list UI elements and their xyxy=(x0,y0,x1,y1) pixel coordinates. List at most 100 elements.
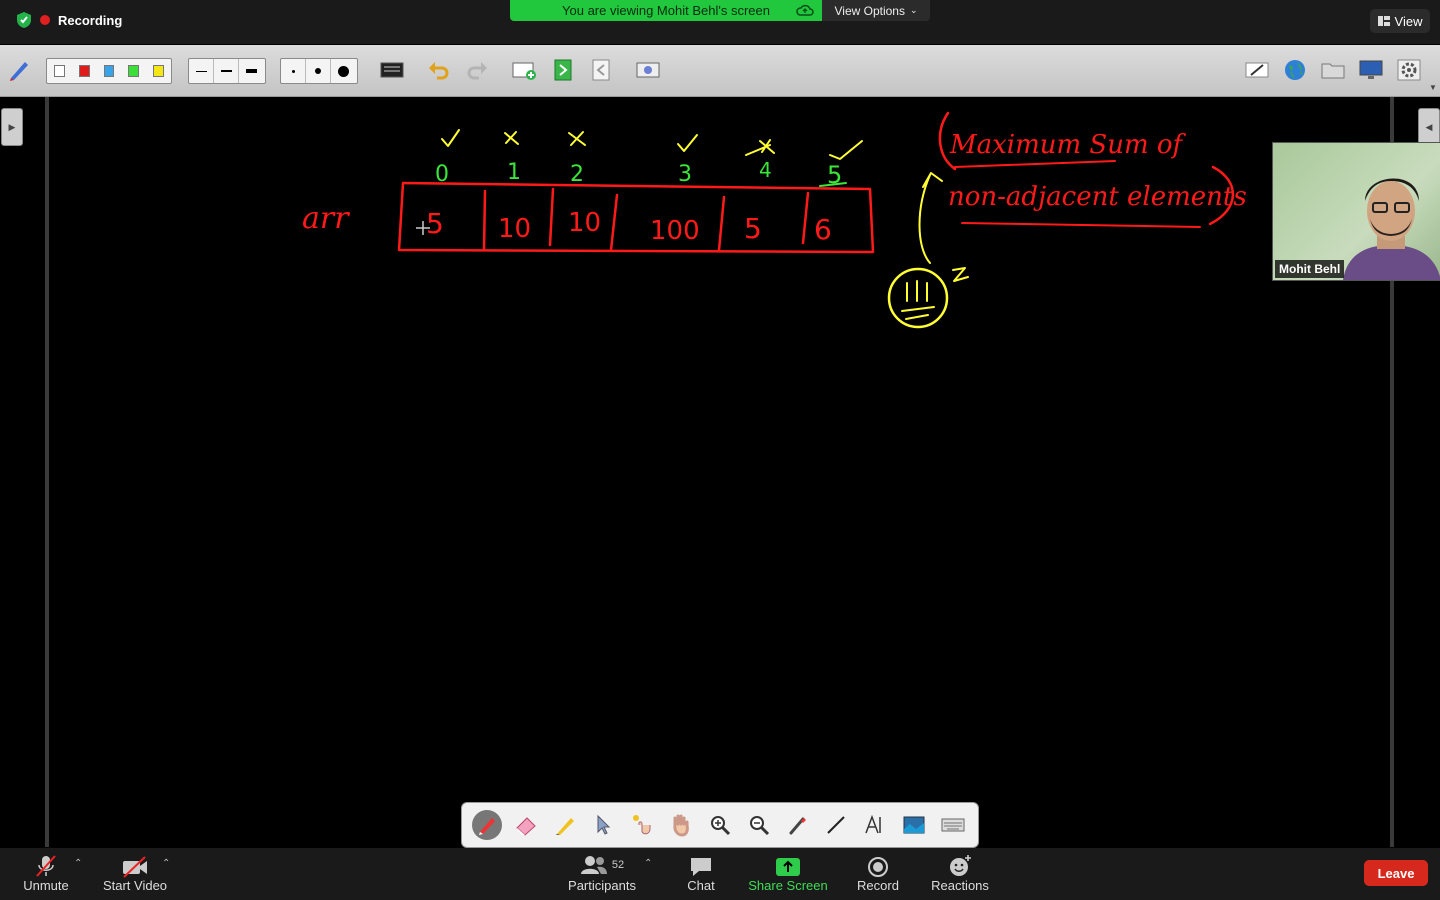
leave-label: Leave xyxy=(1377,865,1415,881)
toolbar-expand-icon[interactable]: ▼ xyxy=(1428,81,1438,93)
array-divider xyxy=(801,191,810,245)
array-index: 4 xyxy=(759,158,772,182)
record-button[interactable]: Record xyxy=(856,852,900,893)
face-features xyxy=(901,280,935,320)
keyboard-icon[interactable] xyxy=(378,57,406,83)
cross-mark-icon xyxy=(568,131,586,146)
line-tool-icon[interactable] xyxy=(821,810,851,840)
zoom-out-icon[interactable] xyxy=(744,810,774,840)
page-previous-icon[interactable] xyxy=(588,57,614,83)
left-panel-toggle-icon[interactable]: ▶ xyxy=(1,108,23,146)
sleep-z-stroke xyxy=(952,267,969,282)
brush-large-option[interactable] xyxy=(331,59,355,83)
recording-indicator: Recording xyxy=(16,11,122,29)
share-screen-label: Share Screen xyxy=(748,878,828,893)
zoom-in-icon[interactable] xyxy=(705,810,735,840)
select-pointer-icon[interactable] xyxy=(589,810,619,840)
color-blue-swatch[interactable] xyxy=(103,65,115,77)
array-divider xyxy=(609,193,619,252)
settings-gear-icon[interactable] xyxy=(1396,57,1422,83)
brush-icon[interactable] xyxy=(783,810,813,840)
participants-button[interactable]: 52 Participants xyxy=(566,852,638,893)
participants-label: Participants xyxy=(568,878,636,893)
color-red-swatch[interactable] xyxy=(78,65,90,77)
array-label: arr xyxy=(302,201,350,236)
cloud-icon xyxy=(796,4,814,16)
participants-caret-icon[interactable]: ⌃ xyxy=(644,858,652,869)
redo-icon[interactable] xyxy=(464,57,490,83)
pen-color-palette xyxy=(46,58,172,84)
reactions-button[interactable]: Reactions xyxy=(930,852,990,893)
screenshot-tool-icon[interactable] xyxy=(634,57,662,83)
microphone-muted-icon xyxy=(36,855,56,877)
video-options-caret-icon[interactable]: ⌃ xyxy=(162,858,170,869)
array-value: 10 xyxy=(568,208,601,238)
on-screen-keyboard-icon[interactable] xyxy=(938,810,968,840)
view-button[interactable]: View xyxy=(1370,9,1430,33)
recording-label: Recording xyxy=(58,12,123,28)
start-video-label: Start Video xyxy=(102,878,168,893)
whiteboard-drawing: arr 5 10 10 100 5 6 0 1 2 3 4 5 Maximum … xyxy=(302,111,1247,329)
participant-name-label: Mohit Behl xyxy=(1275,260,1345,278)
unmute-button[interactable]: Unmute xyxy=(22,852,70,893)
whiteboard-canvas[interactable]: arr 5 10 10 100 5 6 0 1 2 3 4 5 Maximum … xyxy=(50,97,1390,847)
chevron-down-icon: ⌄ xyxy=(909,5,918,15)
chat-button[interactable]: Chat xyxy=(682,852,720,893)
smiley-add-icon xyxy=(950,855,971,876)
arrow-stroke xyxy=(918,172,943,264)
array-value: 5 xyxy=(744,212,762,245)
reactions-label: Reactions xyxy=(931,878,989,893)
folder-icon[interactable] xyxy=(1320,57,1346,83)
meeting-controls-bar: Unmute ⌃ Start Video ⌃ 52 Participants ⌃… xyxy=(0,848,1440,900)
meeting-top-bar: Recording You are viewing Mohit Behl's s… xyxy=(0,0,1440,44)
canvas-left-border xyxy=(45,97,49,847)
color-green-swatch[interactable] xyxy=(128,65,140,77)
laser-pointer-icon[interactable] xyxy=(627,810,657,840)
title-underline xyxy=(954,160,1116,168)
security-shield-icon[interactable] xyxy=(16,11,32,29)
brush-small-option[interactable] xyxy=(281,59,306,83)
pen-tool-icon[interactable] xyxy=(6,57,32,83)
right-panel-toggle-icon[interactable]: ◀ xyxy=(1418,108,1440,146)
line-thin-option[interactable] xyxy=(189,59,214,83)
new-page-icon[interactable] xyxy=(510,57,538,83)
color-yellow-swatch[interactable] xyxy=(153,65,164,77)
leave-button[interactable]: Leave xyxy=(1364,860,1428,886)
view-button-label: View xyxy=(1394,13,1423,29)
page-next-icon[interactable] xyxy=(550,57,576,83)
eraser-icon[interactable] xyxy=(511,810,541,840)
array-divider xyxy=(548,187,555,247)
image-insert-icon[interactable] xyxy=(899,810,929,840)
pen-icon[interactable] xyxy=(472,810,503,840)
check-mark-icon xyxy=(441,129,460,147)
title-line-2: non-adjacent elements xyxy=(948,182,1247,212)
participant-video-tile[interactable]: Mohit Behl xyxy=(1272,142,1440,281)
color-white-swatch[interactable] xyxy=(54,65,65,77)
undo-icon[interactable] xyxy=(426,57,452,83)
array-index: 3 xyxy=(678,162,692,187)
highlighter-icon[interactable] xyxy=(550,810,580,840)
check-mark-icon xyxy=(829,140,863,160)
video-camera-off-icon xyxy=(123,856,147,878)
share-screen-arrow-icon xyxy=(776,858,800,876)
globe-icon[interactable] xyxy=(1282,57,1308,83)
array-value: 100 xyxy=(650,216,700,246)
whiteboard-toolbar: ▼ xyxy=(0,45,1440,97)
line-thick-option[interactable] xyxy=(239,59,263,83)
array-value: 10 xyxy=(498,214,531,244)
array-value: 5 xyxy=(426,207,444,240)
recording-dot-icon xyxy=(40,15,50,25)
unmute-label: Unmute xyxy=(23,878,69,893)
edit-page-icon[interactable] xyxy=(1244,57,1270,83)
line-medium-option[interactable] xyxy=(214,59,239,83)
start-video-button[interactable]: Start Video xyxy=(100,852,170,893)
text-tool-icon[interactable] xyxy=(860,810,890,840)
audio-options-caret-icon[interactable]: ⌃ xyxy=(74,858,82,869)
view-options-button[interactable]: View Options ⌄ xyxy=(822,0,930,21)
brush-medium-option[interactable] xyxy=(306,59,331,83)
hand-pan-icon[interactable] xyxy=(666,810,696,840)
display-icon[interactable] xyxy=(1358,57,1384,83)
check-mark-icon xyxy=(677,134,698,152)
annotation-toolbar xyxy=(461,802,979,848)
share-screen-button[interactable]: Share Screen xyxy=(748,852,828,893)
